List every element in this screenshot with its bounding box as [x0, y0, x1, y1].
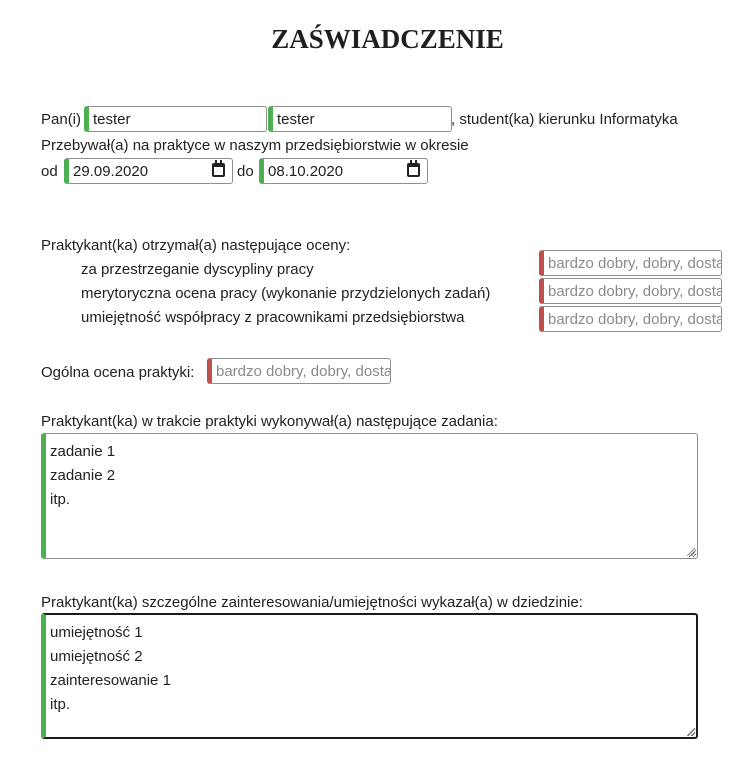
calendar-icon[interactable]: [212, 160, 225, 177]
date-to-input[interactable]: [259, 158, 428, 184]
grade-cooperation-label: umiejętność współpracy z pracownikami pr…: [81, 309, 465, 326]
first-name-input[interactable]: [84, 106, 267, 132]
page-title: ZAŚWIADCZENIE: [271, 24, 504, 54]
resize-handle-icon[interactable]: [687, 548, 695, 556]
calendar-icon[interactable]: [407, 160, 420, 177]
grade-cooperation-input[interactable]: [539, 306, 722, 332]
grades-heading: Praktykant(ka) otrzymał(a) następujące o…: [41, 237, 351, 254]
overall-grade-input[interactable]: [207, 358, 391, 384]
tasks-field[interactable]: zadanie 1 zadanie 2 itp.: [41, 433, 698, 559]
skills-label: Praktykant(ka) szczególne zainteresowani…: [41, 594, 583, 611]
student-field-label: , student(ka) kierunku Informatyka: [451, 111, 678, 128]
grade-discipline-label: za przestrzeganie dyscypliny pracy: [81, 261, 314, 278]
date-from-input[interactable]: [64, 158, 233, 184]
grade-work-label: merytoryczna ocena pracy (wykonanie przy…: [81, 285, 491, 302]
grade-discipline-input[interactable]: [539, 250, 722, 276]
tasks-textarea[interactable]: zadanie 1 zadanie 2 itp.: [41, 433, 698, 559]
tasks-label: Praktykant(ka) w trakcie praktyki wykony…: [41, 413, 498, 430]
grade-work-input[interactable]: [539, 278, 722, 304]
resize-handle-icon[interactable]: [687, 728, 695, 736]
student-prefix-label: Pan(i): [41, 111, 82, 128]
skills-field[interactable]: umiejętność 1 umiejętność 2 zainteresowa…: [41, 613, 698, 739]
date-to-label: do: [237, 163, 254, 180]
skills-textarea[interactable]: umiejętność 1 umiejętność 2 zainteresowa…: [41, 613, 698, 739]
period-label: Przebywał(a) na praktyce w naszym przeds…: [41, 137, 469, 154]
date-from-label: od: [41, 163, 58, 180]
date-from-field[interactable]: [64, 158, 233, 184]
last-name-input[interactable]: [268, 106, 452, 132]
overall-grade-label: Ogólna ocena praktyki:: [41, 364, 195, 381]
date-to-field[interactable]: [259, 158, 428, 184]
